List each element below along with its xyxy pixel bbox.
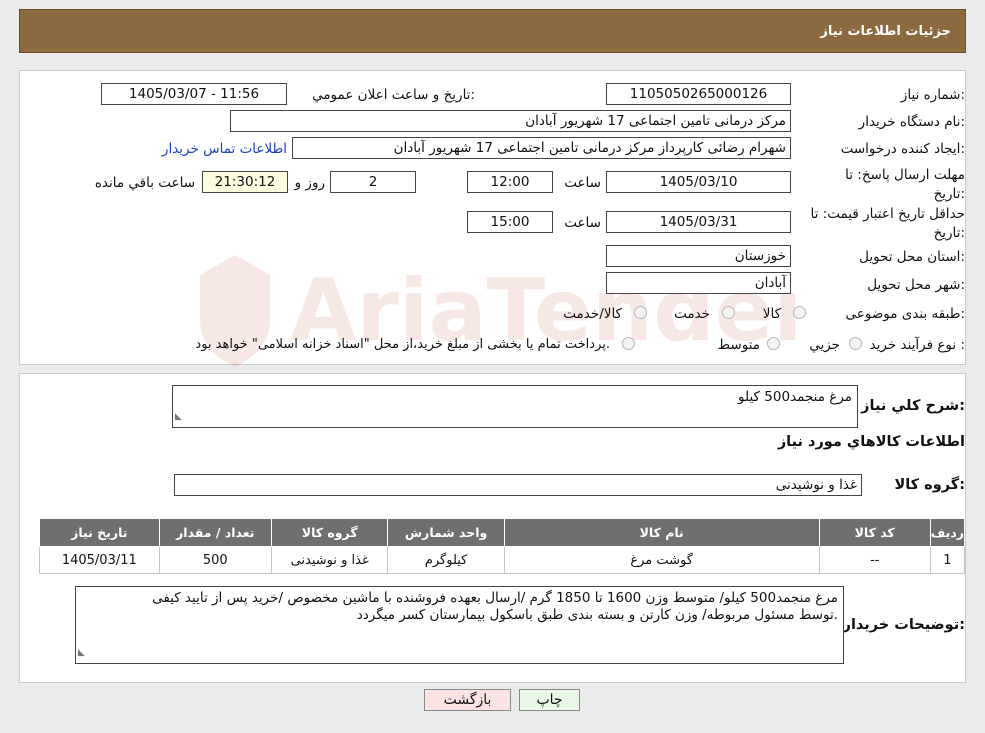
goods-group-label: گروه کالا: [894,477,965,493]
process-medium-label: متوسط [717,337,760,353]
resize-grip-icon[interactable]: ◢ [78,645,85,662]
cell-quantity: 500 [158,546,272,574]
announce-date-label: تاریخ و ساعت اعلان عمومي: [312,87,475,103]
col-group: گروه کالا [270,518,389,547]
category-label: طبقه بندی موضوعی: [845,306,965,322]
cell-code: -- [818,546,931,574]
time-remaining-field: 21:30:12 [202,171,288,193]
need-number-label: شماره نیاز: [900,87,965,103]
buyer-org-field: مرکز درمانی تامین اجتماعی 17 شهریور آباد… [230,110,791,132]
province-label: استان محل تحويل: [859,249,965,265]
goods-table: تاريخ نياز تعداد / مقدار گروه کالا واحد … [39,518,966,574]
city-label: شهر محل تحويل: [867,277,965,293]
page-title: جزئیات اطلاعات نیاز [820,24,951,39]
table-header-row: تاريخ نياز تعداد / مقدار گروه کالا واحد … [39,518,966,547]
buyer-notes-label: توضيحات خريدار: [842,617,965,633]
goods-table-wrap: تاريخ نياز تعداد / مقدار گروه کالا واحد … [39,518,966,574]
cell-name: گوشت مرغ [503,546,820,574]
treasury-payment-radio[interactable] [622,337,635,350]
requester-label: ايجاد کننده درخواست: [840,141,965,157]
category-goods-service-label: کالا/خدمت [563,306,622,322]
goods-info-title: اطلاعات کالاهاي مورد نياز [777,434,965,450]
col-quantity: تعداد / مقدار [158,518,272,547]
need-number-field: 1105050265000126 [606,83,791,105]
resize-grip-icon[interactable]: ◢ [175,409,182,426]
process-type-label: نوع فرآيند خريد : [869,337,965,353]
description-field: مرغ منجمد500 کیلو ◢ [172,385,858,428]
requester-field: شهرام رضائی کارپرداز مرکز درمانی تامین ا… [292,137,791,159]
category-goods-radio[interactable] [793,306,806,319]
process-minor-label: جزيي [809,337,840,353]
treasury-payment-note: پرداخت تمام یا بخشی از مبلغ خرید،از محل … [195,337,610,352]
print-button[interactable]: چاپ [519,689,580,711]
table-row[interactable]: 1405/03/11 500 غذا و نوشیدنی کیلوگرم گوش… [39,546,966,574]
col-name: نام کالا [503,518,820,547]
page-header: جزئیات اطلاعات نیاز [19,9,966,53]
buyer-contact-link[interactable]: اطلاعات تماس خريدار [162,141,287,157]
days-label: روز و [294,175,325,191]
cell-row: 1 [929,546,966,574]
category-goods-label: کالا [762,306,781,322]
days-remaining-field: 2 [330,171,416,193]
time-remaining-label: ساعت باقي مانده [94,175,195,191]
price-validity-label: حداقل تاريخ اعتبار قيمت: تا تاريخ: [810,206,965,241]
category-service-label: خدمت [674,306,710,322]
announce-date-field: 1405/03/07 - 11:56 [101,83,287,105]
col-code: کد کالا [818,518,931,547]
process-minor-radio[interactable] [849,337,862,350]
cell-group: غذا و نوشیدنی [270,546,389,574]
buyer-notes-line-2: توسط مسئول مربوطه/ وزن کارتن و بسته بندی… [356,607,838,623]
description-text: مرغ منجمد500 کیلو [738,389,852,405]
buyer-org-label: نام دستگاه خريدار: [858,114,965,130]
validity-time-label: ساعت [564,215,601,231]
price-validity-date-field: 1405/03/31 [606,211,791,233]
cell-unit: کیلوگرم [387,546,505,574]
buyer-notes-line-1: مرغ منجمد500 کیلو/ متوسط وزن 1600 تا 185… [152,590,838,606]
deadline-time-field: 12:00 [467,171,553,193]
deadline-date-field: 1405/03/10 [606,171,791,193]
city-field: آبادان [606,272,791,294]
process-medium-radio[interactable] [767,337,780,350]
deadline-time-label: ساعت [564,175,601,191]
price-validity-time-field: 15:00 [467,211,553,233]
category-service-radio[interactable] [722,306,735,319]
goods-group-field: غذا و نوشیدنی [174,474,862,496]
province-field: خوزستان [606,245,791,267]
cell-date: 1405/03/11 [39,546,160,574]
category-goods-service-radio[interactable] [634,306,647,319]
col-unit: واحد شمارش [387,518,505,547]
col-date: تاريخ نياز [39,518,160,547]
col-row: رديف [929,518,966,547]
back-button[interactable]: بازگشت [424,689,511,711]
buyer-notes-field: مرغ منجمد500 کیلو/ متوسط وزن 1600 تا 185… [75,586,844,664]
description-label: شرح کلي نياز: [861,398,965,414]
deadline-label: مهلت ارسال پاسخ: تا تاریخ: [845,167,965,202]
